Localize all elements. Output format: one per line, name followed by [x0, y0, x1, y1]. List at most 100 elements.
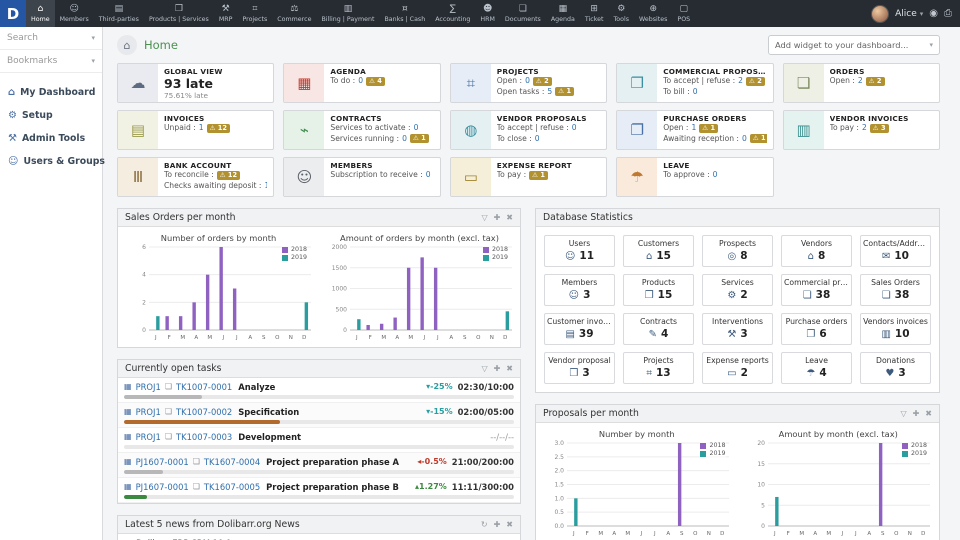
- stat-contracts[interactable]: Contracts ✎ 4: [623, 313, 694, 345]
- stat-vendors[interactable]: Vendors ⌂ 8: [781, 235, 852, 267]
- bookmarks-dropdown[interactable]: Bookmarks ▾: [0, 50, 102, 73]
- stat-commercial-prop[interactable]: Commercial prop... ❏38: [781, 274, 852, 306]
- news-item[interactable]: ◆Dolibarr ERP CRM 10.0...: [118, 534, 520, 540]
- top-menu-documents[interactable]: ❏ Documents: [500, 0, 546, 27]
- close-icon[interactable]: ✖: [506, 213, 513, 222]
- top-menu-banks-cash[interactable]: ¤ Banks | Cash: [379, 0, 430, 27]
- kpi-line-value[interactable]: 0: [414, 123, 419, 134]
- kpi-line-value[interactable]: 2: [858, 76, 863, 87]
- stat-projects[interactable]: Projects ⌗ 13: [623, 352, 694, 384]
- stat-sales-orders[interactable]: Sales Orders ❏ 38: [860, 274, 931, 306]
- task-ref-link[interactable]: TK1607-0005: [204, 482, 260, 492]
- home-icon[interactable]: ⌂: [117, 35, 137, 55]
- kpi-members[interactable]: ☺MEMBERSSubscription to receive :0⚠ 2: [283, 157, 441, 197]
- top-menu-agenda[interactable]: ▦ Agenda: [546, 0, 580, 27]
- kpi-line-value[interactable]: 1: [691, 123, 696, 134]
- sidebar-item-my-dashboard[interactable]: ⌂ My Dashboard: [0, 81, 102, 104]
- stat-prospects[interactable]: Prospects ◎ 8: [702, 235, 773, 267]
- stat-customer-invoices[interactable]: Customer invoices ▤ 39: [544, 313, 615, 345]
- user-avatar[interactable]: [871, 4, 890, 23]
- task-ref-link[interactable]: TK1007-0001: [176, 382, 232, 392]
- task-project-link[interactable]: PJ1607-0001: [136, 482, 189, 492]
- sidebar-item-users-groups[interactable]: ☺ Users & Groups: [0, 150, 105, 173]
- task-ref-link[interactable]: TK1607-0004: [204, 457, 260, 467]
- task-project-link[interactable]: PROJ1: [136, 382, 161, 392]
- kpi-line-value[interactable]: 2: [738, 76, 743, 87]
- add-widget-select[interactable]: Add widget to your dashboard... ▾: [768, 35, 940, 55]
- top-menu-products-services[interactable]: ❒ Products | Services: [144, 0, 214, 27]
- kpi-line-value[interactable]: 0: [358, 76, 363, 87]
- refresh-icon[interactable]: ↻: [481, 520, 488, 529]
- top-menu-members[interactable]: ☺ Members: [55, 0, 94, 27]
- print-icon[interactable]: ⎙: [944, 8, 952, 19]
- close-icon[interactable]: ✖: [506, 364, 513, 373]
- kpi-line-value[interactable]: 0: [713, 170, 718, 181]
- bug-icon[interactable]: ◉: [929, 8, 938, 19]
- task-project-link[interactable]: PROJ1: [136, 407, 161, 417]
- kpi-line-value[interactable]: 0: [742, 134, 747, 145]
- kpi-leave[interactable]: ☂ LEAVE To approve :0: [616, 157, 774, 197]
- stat-users[interactable]: Users ☺ 11: [544, 235, 615, 267]
- top-menu-third-parties[interactable]: ▤ Third-parties: [94, 0, 144, 27]
- move-icon[interactable]: ✚: [494, 364, 501, 373]
- stat-purchase-orders[interactable]: Purchase orders ❐ 6: [781, 313, 852, 345]
- top-menu-tools[interactable]: ⚙ Tools: [609, 0, 635, 27]
- kpi-invoices[interactable]: ▤ INVOICES Unpaid :1 ⚠ 12: [117, 110, 275, 150]
- top-menu-billing-payment[interactable]: ▥ Billing | Payment: [316, 0, 379, 27]
- stat-interventions[interactable]: Interventions ⚒ 3: [702, 313, 773, 345]
- kpi-line-value[interactable]: 5: [547, 87, 552, 98]
- kpi-purchase-orders[interactable]: ❐ PURCHASE ORDERS Open :1 ⚠ 1 Awaiting recep…: [616, 110, 774, 150]
- kpi-line-value[interactable]: 0: [525, 76, 530, 87]
- stat-services[interactable]: Services ⚙ 2: [702, 274, 773, 306]
- stat-members[interactable]: Members ☺ 3: [544, 274, 615, 306]
- kpi-projects[interactable]: ⌗ PROJECTS Open :0 ⚠ 2 Open tasks :5 ⚠ 1: [449, 63, 608, 103]
- move-icon[interactable]: ✚: [494, 520, 501, 529]
- task-ref-link[interactable]: TK1007-0003: [176, 432, 232, 442]
- kpi-line-value[interactable]: 0: [693, 87, 698, 98]
- filter-icon[interactable]: ▽: [481, 213, 487, 222]
- stat-customers[interactable]: Customers ⌂ 15: [623, 235, 694, 267]
- task-project-link[interactable]: PJ1607-0001: [136, 457, 189, 467]
- stat-expense-reports[interactable]: Expense reports ▭ 2: [702, 352, 773, 384]
- dolibarr-logo[interactable]: D: [0, 0, 26, 27]
- kpi-line-value[interactable]: 0: [426, 170, 431, 181]
- top-menu-hrm[interactable]: ☻ HRM: [475, 0, 500, 27]
- search-dropdown[interactable]: Search ▾: [0, 27, 102, 50]
- kpi-line-value[interactable]: 0: [402, 134, 407, 145]
- stat-donations[interactable]: Donations ♥ 3: [860, 352, 931, 384]
- kpi-agenda[interactable]: ▦ AGENDA To do :0 ⚠ 4: [283, 63, 441, 103]
- kpi-contracts[interactable]: ⌁ CONTRACTS Services to activate :0 Service…: [283, 110, 441, 150]
- stat-products[interactable]: Products ❒ 15: [623, 274, 694, 306]
- stat-contacts-addres[interactable]: Contacts/Addres... ✉ 10: [860, 235, 931, 267]
- stat-leave[interactable]: Leave ☂ 4: [781, 352, 852, 384]
- kpi-line-value[interactable]: 2: [862, 123, 867, 134]
- task-ref-link[interactable]: TK1007-0002: [176, 407, 232, 417]
- top-menu-home[interactable]: ⌂ Home: [26, 0, 55, 27]
- kpi-line-value[interactable]: 0: [572, 123, 577, 134]
- filter-icon[interactable]: ▽: [900, 409, 906, 418]
- stat-vendor-proposal[interactable]: Vendor proposal ❒ 3: [544, 352, 615, 384]
- kpi-global-view[interactable]: ☁ GLOBAL VIEW 93 late 75.61% late: [117, 63, 275, 103]
- kpi-line-value[interactable]: 1: [264, 181, 267, 192]
- top-menu-accounting[interactable]: ∑ Accounting: [430, 0, 475, 27]
- kpi-line-value[interactable]: 0: [535, 134, 540, 145]
- kpi-vendor-invoices[interactable]: ▥ VENDOR INVOICES To pay :2 ⚠ 3: [782, 110, 940, 150]
- move-icon[interactable]: ✚: [494, 213, 501, 222]
- kpi-bank-account[interactable]: Ⅲ BANK ACCOUNT To reconcile : ⚠ 12 Checks aw…: [117, 157, 275, 197]
- user-menu[interactable]: Alice ▾: [895, 9, 923, 19]
- top-menu-commerce[interactable]: ⚖ Commerce: [272, 0, 316, 27]
- top-menu-ticket[interactable]: ⊞ Ticket: [580, 0, 609, 27]
- top-menu-projects[interactable]: ⌗ Projects: [237, 0, 272, 27]
- sidebar-item-setup[interactable]: ⚙ Setup: [0, 104, 102, 127]
- kpi-expense-report[interactable]: ▭ EXPENSE REPORT To pay : ⚠ 1: [449, 157, 608, 197]
- close-icon[interactable]: ✖: [925, 409, 932, 418]
- top-menu-pos[interactable]: ▢ POS: [672, 0, 695, 27]
- top-menu-websites[interactable]: ⊕ Websites: [634, 0, 672, 27]
- task-project-link[interactable]: PROJ1: [136, 432, 161, 442]
- kpi-orders[interactable]: ❏ ORDERS Open :2 ⚠ 2: [782, 63, 940, 103]
- move-icon[interactable]: ✚: [913, 409, 920, 418]
- breadcrumb[interactable]: Home: [144, 38, 178, 52]
- close-icon[interactable]: ✖: [506, 520, 513, 529]
- kpi-line-value[interactable]: 1: [199, 123, 204, 134]
- filter-icon[interactable]: ▽: [481, 364, 487, 373]
